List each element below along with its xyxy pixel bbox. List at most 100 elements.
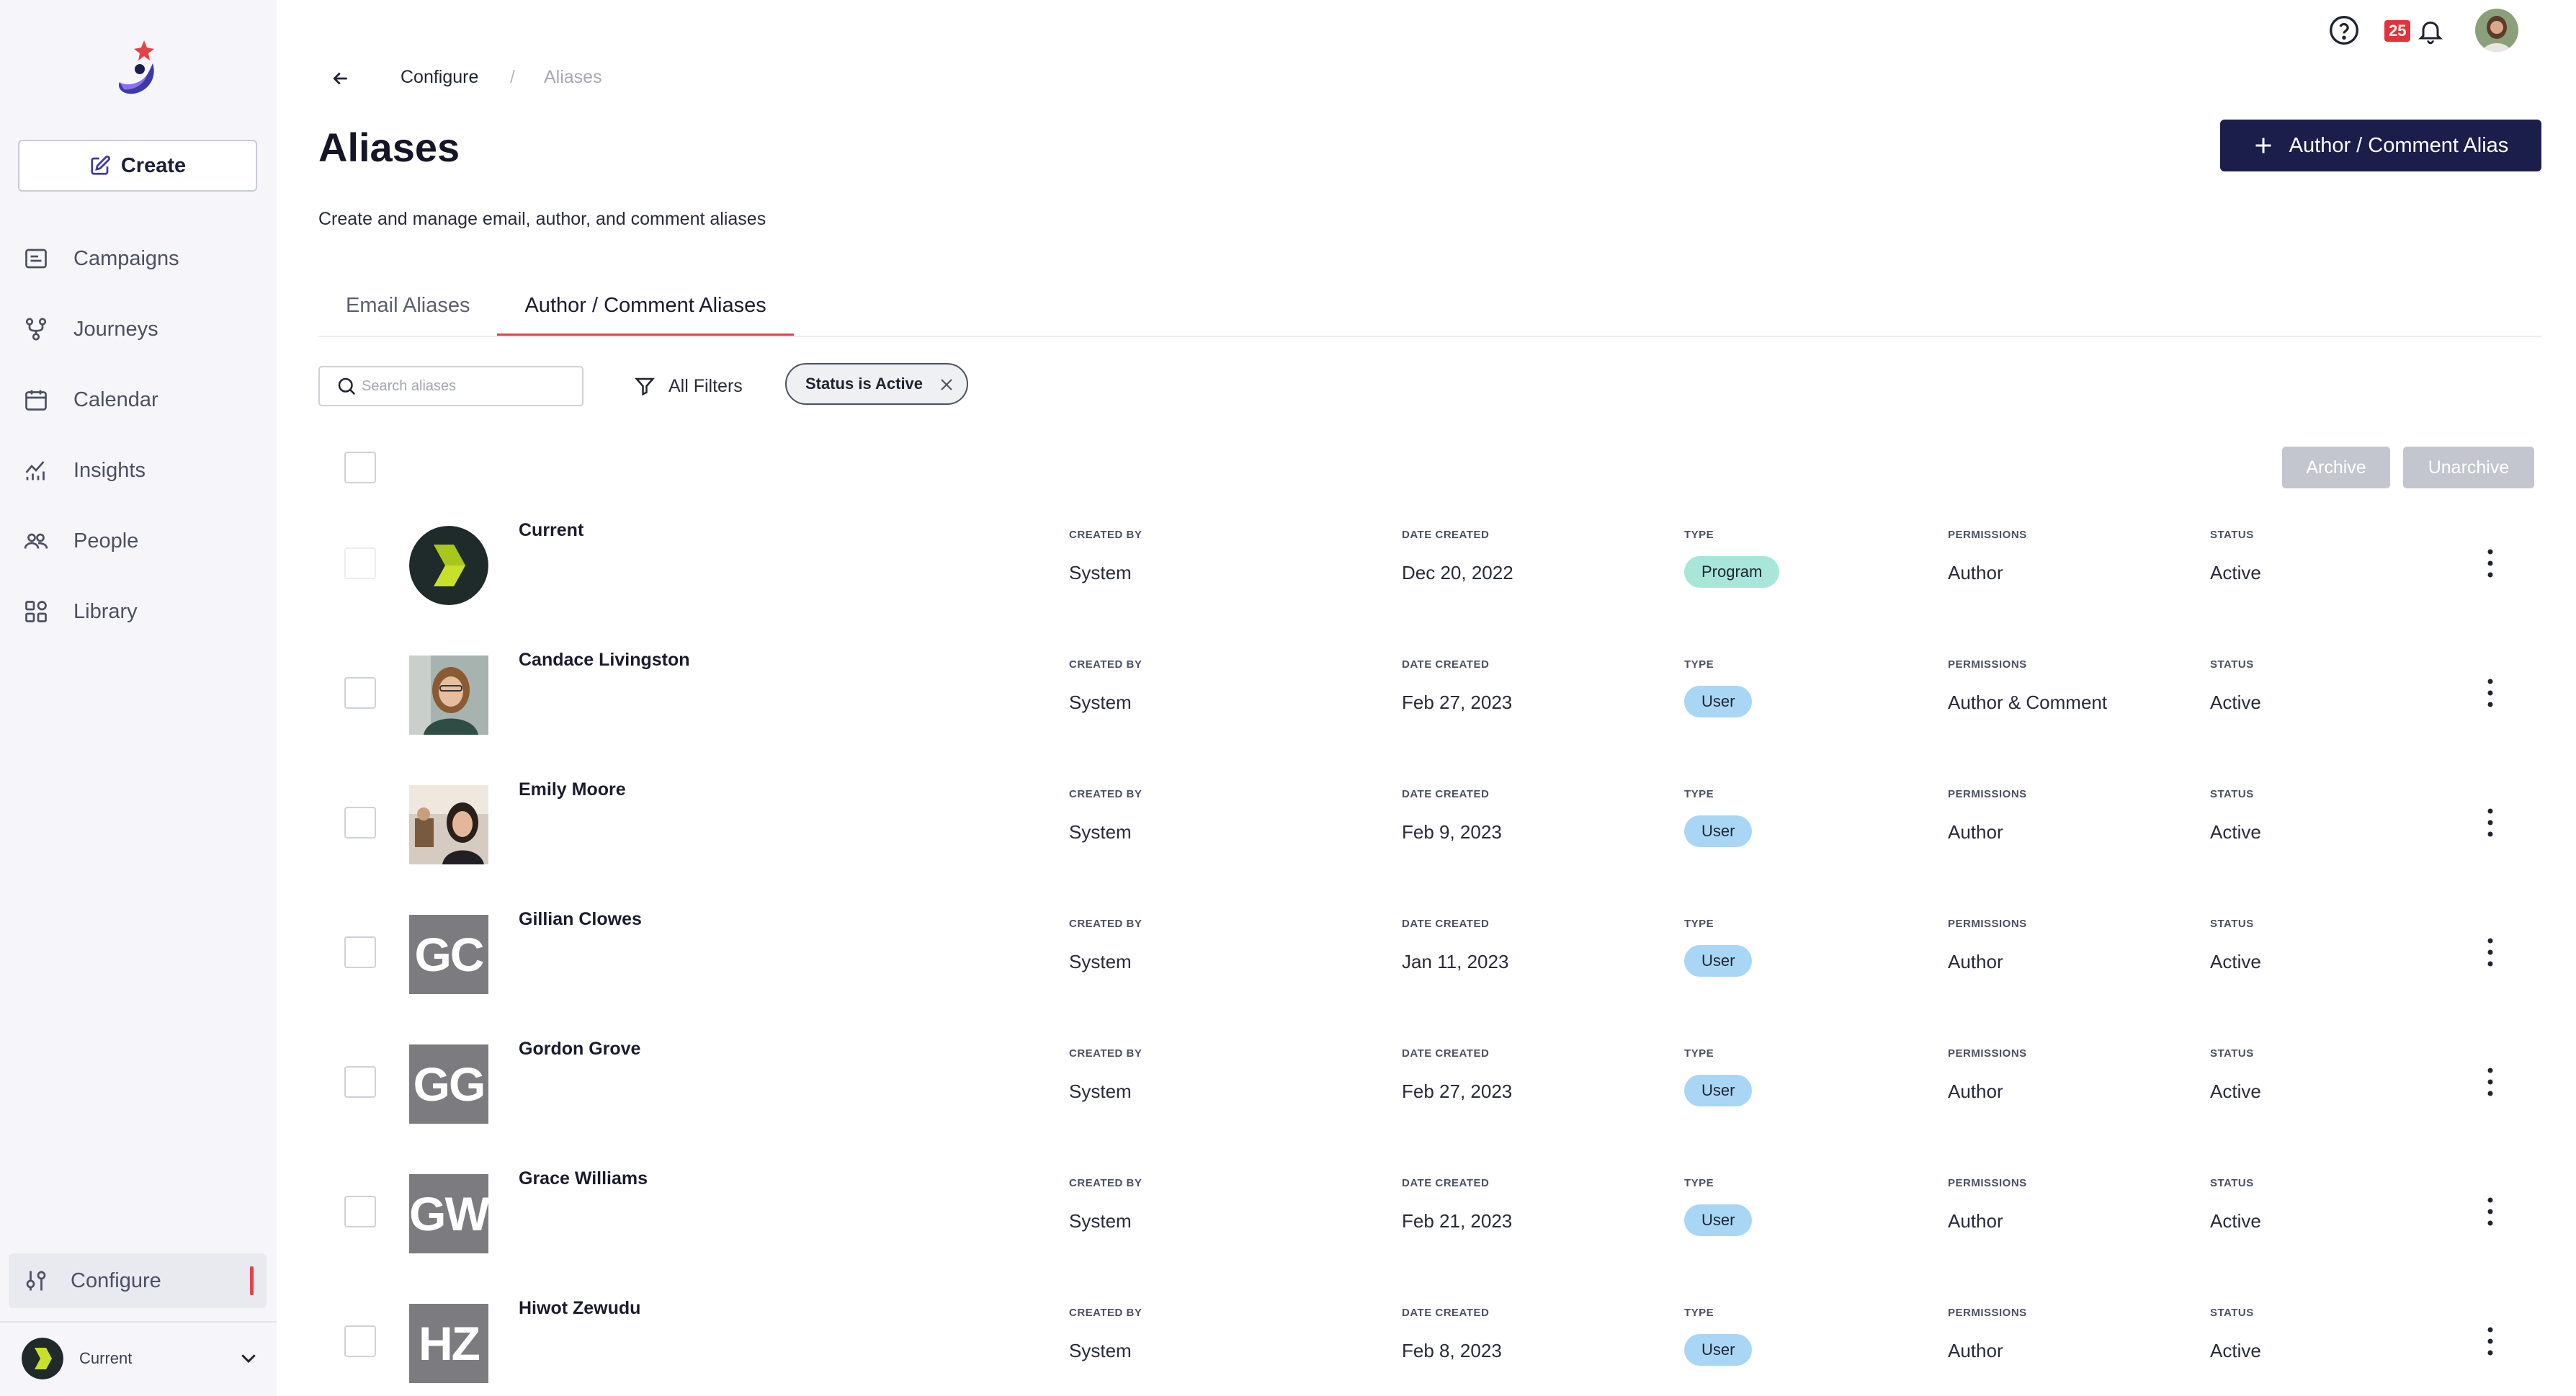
journeys-icon xyxy=(25,318,47,341)
type-badge: User xyxy=(1684,1334,1753,1366)
table-row[interactable]: HZ Hiwot Zewudu CREATED BY System DATE C… xyxy=(318,1282,2541,1396)
row-checkbox[interactable] xyxy=(344,1196,376,1227)
sidebar-item-label: Journeys xyxy=(73,317,158,341)
more-vertical-icon[interactable] xyxy=(2479,546,2501,581)
sidebar-item-campaigns[interactable]: Campaigns xyxy=(0,223,277,294)
more-vertical-icon[interactable] xyxy=(2479,1065,2501,1099)
alias-name[interactable]: Grace Williams xyxy=(519,1168,648,1189)
alias-name[interactable]: Gordon Grove xyxy=(519,1039,640,1060)
sidebar-divider xyxy=(0,1321,277,1323)
row-checkbox[interactable] xyxy=(344,1066,376,1098)
sidebar: Create Campaigns Journeys Calendar Insig… xyxy=(0,0,277,1396)
table-row[interactable]: GC Gillian Clowes CREATED BY System DATE… xyxy=(318,893,2541,1023)
create-button-label: Create xyxy=(120,153,187,177)
permissions-value: Author xyxy=(1948,562,2003,583)
status-label: STATUS xyxy=(2210,1307,2254,1319)
alias-name[interactable]: Hiwot Zewudu xyxy=(519,1298,640,1319)
sidebar-item-label: Insights xyxy=(73,458,146,482)
insights-icon xyxy=(25,461,45,480)
type-label: TYPE xyxy=(1684,918,1714,930)
add-author-comment-alias-button[interactable]: Author / Comment Alias xyxy=(2220,120,2541,171)
more-vertical-icon[interactable] xyxy=(2479,1194,2501,1229)
created-by-label: CREATED BY xyxy=(1069,658,1142,671)
created-by-value: System xyxy=(1069,1210,1132,1232)
table-row[interactable]: Emily Moore CREATED BY System DATE CREAT… xyxy=(318,764,2541,893)
sidebar-item-label: People xyxy=(73,529,139,552)
type-label: TYPE xyxy=(1684,658,1714,671)
search-box[interactable] xyxy=(318,366,583,406)
table-row[interactable]: GG Gordon Grove CREATED BY System DATE C… xyxy=(318,1023,2541,1153)
table-row[interactable]: Candace Livingston CREATED BY System DAT… xyxy=(318,634,2541,764)
status-value: Active xyxy=(2210,1340,2261,1361)
status-value: Active xyxy=(2210,1080,2261,1102)
select-all-checkbox[interactable] xyxy=(344,452,376,483)
account-avatar xyxy=(22,1338,63,1379)
more-vertical-icon[interactable] xyxy=(2479,935,2501,970)
alias-name[interactable]: Gillian Clowes xyxy=(519,909,642,930)
all-filters-button[interactable]: All Filters xyxy=(634,370,743,402)
status-filter-chip[interactable]: Status is Active xyxy=(785,363,968,405)
created-by-label: CREATED BY xyxy=(1069,1047,1142,1060)
status-label: STATUS xyxy=(2210,918,2254,930)
sidebar-item-people[interactable]: People xyxy=(0,506,277,576)
status-label: STATUS xyxy=(2210,788,2254,800)
alias-name[interactable]: Emily Moore xyxy=(519,779,626,800)
type-badge: User xyxy=(1684,945,1753,977)
table-row[interactable]: GW Grace Williams CREATED BY System DATE… xyxy=(318,1153,2541,1282)
search-input[interactable] xyxy=(362,377,578,395)
alias-name[interactable]: Candace Livingston xyxy=(519,650,690,671)
created-by-value: System xyxy=(1069,1080,1132,1102)
permissions-label: PERMISSIONS xyxy=(1948,658,2027,671)
create-button[interactable]: Create xyxy=(18,140,257,192)
type-badge: User xyxy=(1684,686,1753,717)
sidebar-item-journeys[interactable]: Journeys xyxy=(0,294,277,364)
sidebar-item-configure[interactable]: Configure xyxy=(9,1253,267,1308)
archive-button[interactable]: Archive xyxy=(2282,447,2390,488)
date-created-label: DATE CREATED xyxy=(1402,788,1490,800)
created-by-label: CREATED BY xyxy=(1069,918,1142,930)
help-icon[interactable] xyxy=(2328,14,2360,46)
sidebar-item-library[interactable]: Library xyxy=(0,576,277,647)
breadcrumb-configure-link[interactable]: Configure xyxy=(401,67,478,88)
unarchive-button[interactable]: Unarchive xyxy=(2403,447,2534,488)
row-checkbox[interactable] xyxy=(344,936,376,968)
more-vertical-icon[interactable] xyxy=(2479,676,2501,710)
table-row[interactable]: Current CREATED BY System DATE CREATED D… xyxy=(318,504,2541,634)
row-checkbox[interactable] xyxy=(344,1325,376,1357)
row-checkbox[interactable] xyxy=(344,807,376,838)
user-avatar[interactable] xyxy=(2475,9,2518,52)
status-label: STATUS xyxy=(2210,529,2254,541)
tab-bar: Email Aliases Author / Comment Aliases xyxy=(318,274,795,337)
permissions-value: Author xyxy=(1948,1210,2003,1232)
chevron-down-icon xyxy=(241,1354,256,1364)
notification-badge[interactable]: 25 xyxy=(2384,20,2411,42)
permissions-label: PERMISSIONS xyxy=(1948,918,2027,930)
row-checkbox xyxy=(344,547,376,579)
app-logo-icon[interactable] xyxy=(115,40,161,97)
permissions-label: PERMISSIONS xyxy=(1948,529,2027,541)
plus-icon xyxy=(2255,138,2271,153)
more-vertical-icon[interactable] xyxy=(2479,805,2501,840)
edit-icon xyxy=(91,155,110,175)
date-created-value: Jan 11, 2023 xyxy=(1402,951,1509,972)
created-by-label: CREATED BY xyxy=(1069,1177,1142,1189)
back-arrow-icon[interactable] xyxy=(330,68,352,89)
row-checkbox[interactable] xyxy=(344,677,376,709)
library-icon xyxy=(25,601,47,622)
type-badge: User xyxy=(1684,1204,1753,1236)
tab-email-aliases[interactable]: Email Aliases xyxy=(318,274,497,337)
alias-avatar-initials: GG xyxy=(409,1044,488,1124)
tab-author-comment-aliases[interactable]: Author / Comment Aliases xyxy=(497,274,795,337)
more-vertical-icon[interactable] xyxy=(2479,1324,2501,1359)
bell-icon[interactable] xyxy=(2416,16,2445,46)
calendar-icon xyxy=(25,390,47,411)
sidebar-item-insights[interactable]: Insights xyxy=(0,435,277,506)
status-label: STATUS xyxy=(2210,1177,2254,1189)
close-icon[interactable] xyxy=(938,376,955,393)
sidebar-item-label: Campaigns xyxy=(73,246,179,270)
alias-name[interactable]: Current xyxy=(519,520,583,541)
created-by-label: CREATED BY xyxy=(1069,788,1142,800)
account-switcher[interactable]: Current xyxy=(22,1337,259,1380)
sidebar-item-calendar[interactable]: Calendar xyxy=(0,364,277,435)
sidebar-nav: Campaigns Journeys Calendar Insights Peo… xyxy=(0,223,277,647)
